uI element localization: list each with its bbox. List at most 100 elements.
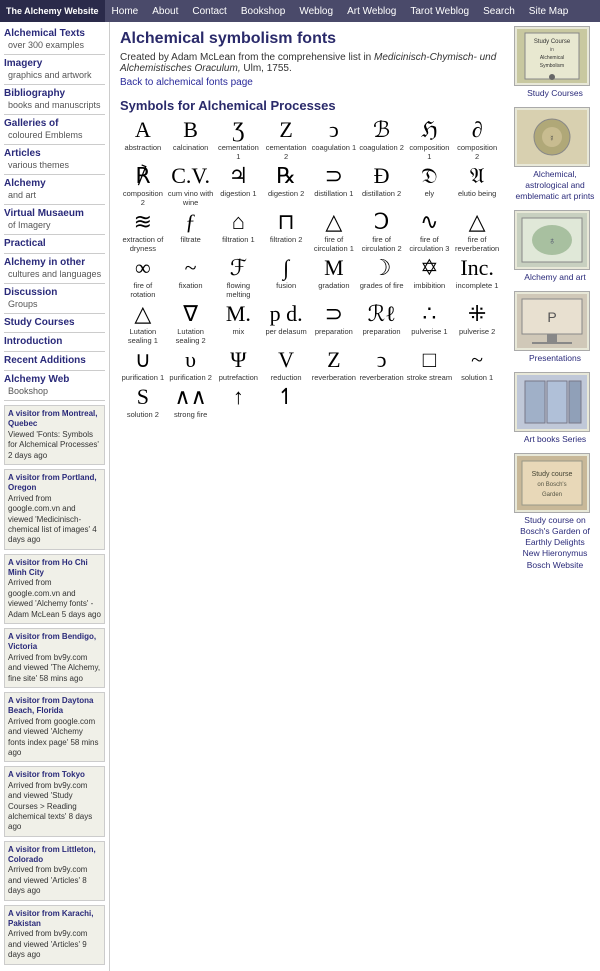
svg-text:Symbolism: Symbolism bbox=[540, 63, 564, 69]
symbol-cell: ~solution 1 bbox=[454, 349, 500, 382]
symbol-label: distillation 1 bbox=[314, 189, 353, 198]
logo-line1: The Alchemy bbox=[6, 6, 62, 17]
sidebar-sub: and art bbox=[4, 190, 105, 200]
symbol-character: 𝔇 bbox=[421, 165, 437, 187]
symbol-cell: ☽grades of fire bbox=[359, 257, 405, 299]
sidebar-study-courses: Study Courses bbox=[4, 317, 105, 328]
symbol-cell: ℱflowing melting bbox=[216, 257, 262, 299]
sidebar-title[interactable]: Practical bbox=[4, 238, 105, 249]
sidebar-title[interactable]: Alchemy in other bbox=[4, 257, 105, 268]
site-logo[interactable]: The Alchemy Website bbox=[0, 0, 105, 22]
nav-contact[interactable]: Contact bbox=[185, 0, 233, 22]
svg-text:Study Course: Study Course bbox=[534, 39, 571, 45]
symbol-cell: Ψputrefaction bbox=[216, 349, 262, 382]
rs-alchemy-art: ♁ Alchemy and art bbox=[514, 210, 596, 283]
symbol-character: ∞ bbox=[135, 257, 151, 279]
symbol-cell: Zreverberation bbox=[311, 349, 357, 382]
symbol-character: Inc. bbox=[460, 257, 494, 279]
left-sidebar: Alchemical Texts over 300 examples Image… bbox=[0, 22, 110, 971]
symbol-cell: ƒfiltrate bbox=[168, 211, 214, 253]
rs-link-art-prints[interactable]: Alchemical, astrological and emblematic … bbox=[514, 169, 596, 202]
svg-text:Garden: Garden bbox=[542, 492, 562, 498]
rs-link-presentations[interactable]: Presentations bbox=[514, 353, 596, 364]
symbol-label: incomplete 1 bbox=[456, 281, 499, 290]
sidebar-sub: over 300 examples bbox=[4, 40, 105, 50]
logo-line2: Website bbox=[64, 6, 98, 17]
symbol-character: υ bbox=[185, 349, 196, 371]
sidebar-title[interactable]: Imagery bbox=[4, 58, 105, 69]
symbol-cell: ↄcoagulation 1 bbox=[311, 119, 357, 161]
page-layout: Alchemical Texts over 300 examples Image… bbox=[0, 22, 600, 971]
symbol-label: filtration 2 bbox=[270, 235, 303, 244]
symbol-label: imbibition bbox=[414, 281, 446, 290]
sidebar-title[interactable]: Recent Additions bbox=[4, 355, 105, 366]
sidebar-title[interactable]: Discussion bbox=[4, 287, 105, 298]
symbol-label: gradation bbox=[318, 281, 349, 290]
symbol-cell: Zcementation 2 bbox=[263, 119, 309, 161]
symbol-cell: △fire of circulation 1 bbox=[311, 211, 357, 253]
sidebar-title[interactable]: Articles bbox=[4, 148, 105, 159]
symbol-label: grades of fire bbox=[360, 281, 404, 290]
nav-tarot[interactable]: Tarot Weblog bbox=[403, 0, 476, 22]
rs-link-alchemy-art[interactable]: Alchemy and art bbox=[514, 272, 596, 283]
sidebar-title[interactable]: Galleries of bbox=[4, 118, 105, 129]
sidebar-title[interactable]: Introduction bbox=[4, 336, 105, 347]
nav-home[interactable]: Home bbox=[105, 0, 146, 22]
symbol-cell: 𝔇ely bbox=[407, 165, 453, 207]
nav-sitemap[interactable]: Site Map bbox=[522, 0, 575, 22]
nav-weblog[interactable]: Weblog bbox=[292, 0, 340, 22]
symbol-cell: ♃digestion 1 bbox=[216, 165, 262, 207]
symbol-label: fire of circulation 1 bbox=[311, 235, 357, 253]
symbol-cell: ∪purification 1 bbox=[120, 349, 166, 382]
symbol-character: ↿ bbox=[277, 386, 295, 408]
sidebar-alchemy-art: Alchemy and art bbox=[4, 178, 105, 200]
sidebar-title[interactable]: Bibliography bbox=[4, 88, 105, 99]
symbol-character: ⊓ bbox=[278, 211, 295, 233]
nav-about[interactable]: About bbox=[145, 0, 185, 22]
symbol-cell: ℬcoagulation 2 bbox=[359, 119, 405, 161]
nav-bookshop[interactable]: Bookshop bbox=[234, 0, 292, 22]
symbol-label: fixation bbox=[179, 281, 203, 290]
sidebar-title[interactable]: Study Courses bbox=[4, 317, 105, 328]
rs-link-study-course[interactable]: Study Courses bbox=[514, 88, 596, 99]
rs-art-prints: ☿ Alchemical, astrological and emblemati… bbox=[514, 107, 596, 202]
symbol-cell: ↄreverberation bbox=[359, 349, 405, 382]
sidebar-title[interactable]: Virtual Musaeum bbox=[4, 208, 105, 219]
rs-link-bosch[interactable]: Study course on Bosch's Garden of Earthl… bbox=[514, 515, 596, 570]
sidebar-title[interactable]: Alchemical Texts bbox=[4, 28, 105, 39]
symbol-cell: ℟composition 2 bbox=[120, 165, 166, 207]
back-link[interactable]: Back to alchemical fonts page bbox=[120, 77, 253, 88]
symbol-label: Lutation sealing 2 bbox=[168, 327, 214, 345]
symbol-label: coagulation 1 bbox=[312, 143, 357, 152]
symbol-cell: △Lutation sealing 1 bbox=[120, 303, 166, 345]
symbol-label: fire of reverberation bbox=[454, 235, 500, 253]
symbol-character: ℞ bbox=[276, 165, 296, 187]
symbol-cell: Ↄfire of circulation 2 bbox=[359, 211, 405, 253]
nav-art-weblog[interactable]: Art Weblog bbox=[340, 0, 403, 22]
sidebar-bookshop: Alchemy Web Bookshop bbox=[4, 374, 105, 396]
symbol-character: p d. bbox=[270, 303, 303, 325]
rs-img-art-books bbox=[514, 372, 590, 432]
nav-search[interactable]: Search bbox=[476, 0, 522, 22]
symbol-cell: Mgradation bbox=[311, 257, 357, 299]
symbol-character: ℟ bbox=[135, 165, 150, 187]
symbol-label: preparation bbox=[363, 327, 401, 336]
symbol-character: M bbox=[324, 257, 344, 279]
symbol-label: pulverise 2 bbox=[459, 327, 495, 336]
symbol-character: ♃ bbox=[229, 165, 249, 187]
symbol-cell: ↿ bbox=[263, 386, 309, 419]
symbol-label: distillation 2 bbox=[362, 189, 401, 198]
symbol-label: calcination bbox=[173, 143, 208, 152]
rs-link-art-books[interactable]: Art books Series bbox=[514, 434, 596, 445]
sidebar-title[interactable]: Alchemy bbox=[4, 178, 105, 189]
symbol-label: reverberation bbox=[312, 373, 356, 382]
symbol-label: solution 2 bbox=[127, 410, 159, 419]
symbol-cell: Inc. incomplete 1 bbox=[454, 257, 500, 299]
symbol-label: composition 2 bbox=[454, 143, 500, 161]
sidebar-articles: Articles various themes bbox=[4, 148, 105, 170]
symbol-cell: ⊃preparation bbox=[311, 303, 357, 345]
symbol-cell: ∫fusion bbox=[263, 257, 309, 299]
sidebar-title[interactable]: Alchemy Web bbox=[4, 374, 105, 385]
symbol-cell: ⌂filtration 1 bbox=[216, 211, 262, 253]
symbol-label: reduction bbox=[271, 373, 302, 382]
